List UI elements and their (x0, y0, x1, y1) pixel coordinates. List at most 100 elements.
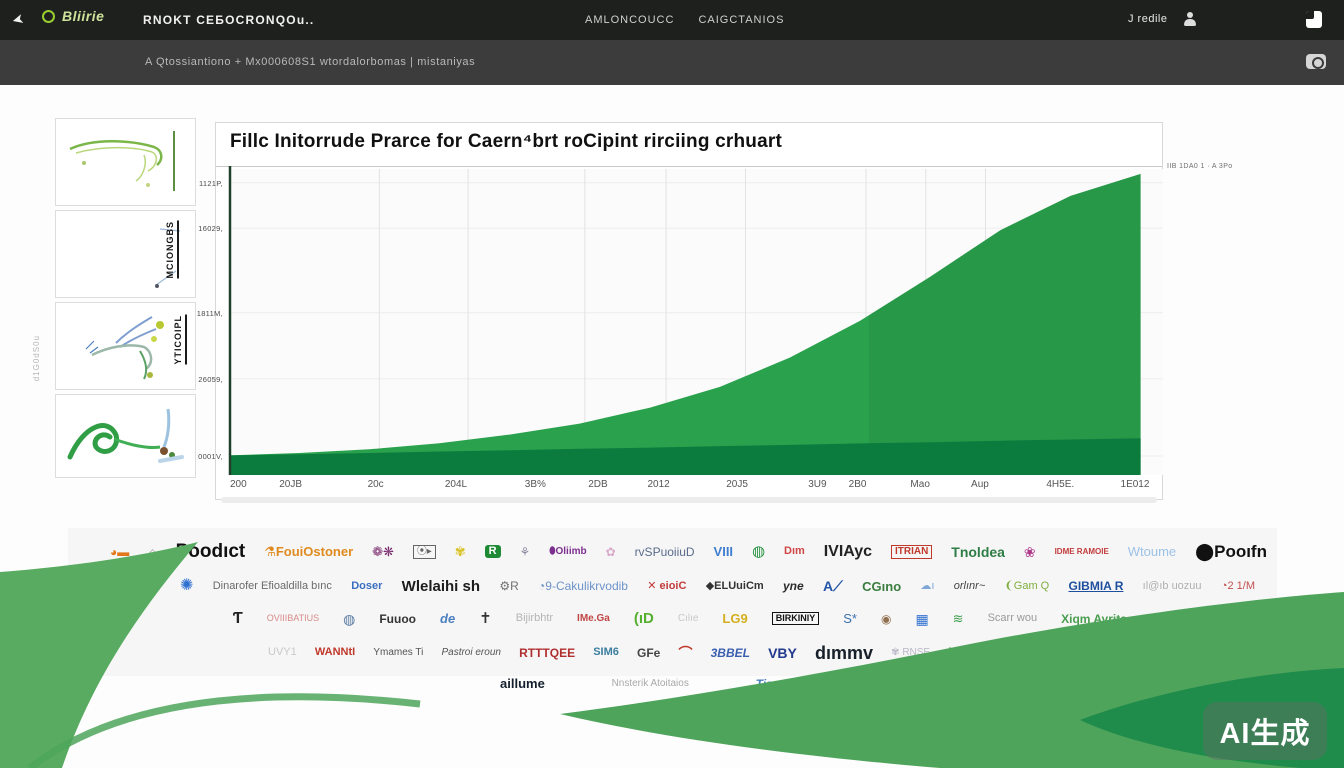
logo-item: ⌂ (148, 545, 156, 559)
logo-item: ⚘ (520, 546, 531, 558)
y-axis-labels: 1121P, 16029, 1811M, 26059, 0001V, (185, 169, 225, 475)
logo-item: SIM6 (593, 647, 619, 658)
camera-icon[interactable] (1306, 54, 1326, 69)
logo-item: aillume (500, 676, 545, 691)
logo-item: de (440, 612, 455, 625)
logo-item: LG9 (722, 612, 747, 625)
logo-item: ⬤Pooıfn (1195, 543, 1267, 560)
x-tick-label: 200 (230, 479, 247, 490)
x-tick-label: Mao (910, 479, 929, 490)
x-tick-label: 2012 (648, 479, 670, 490)
logo-item: Bijirbhtr (516, 613, 553, 624)
sketch-swoosh-icon (56, 395, 195, 477)
page: ➤ Bliirie RNOKT CEБOCRONQOu.. AMLONCOUCC… (0, 0, 1344, 768)
logo-item: ⚙R (499, 580, 518, 592)
logo-item: Doser (351, 581, 382, 592)
logo-item: Wtoume (1128, 545, 1176, 558)
user-account-icon[interactable] (1183, 12, 1197, 26)
logo-item: dımmv (815, 644, 873, 662)
brand-logo-icon (42, 10, 55, 23)
y-tick-label: 0001V, (198, 452, 223, 461)
thumbnail-card-3[interactable]: YTICOIPL (55, 302, 196, 390)
logo-item: ✿ (606, 546, 616, 558)
logo-item: Nnsterik Atoitaios (612, 678, 689, 689)
nav-item-2[interactable]: CAIGCTANIOS (698, 14, 784, 26)
y-tick-label: 1811M, (197, 309, 223, 318)
x-tick-label: 3U9 (808, 479, 826, 490)
ai-watermark: AI生成 (1203, 702, 1327, 760)
thumbnail-card-2[interactable]: MCIONGBS (55, 210, 196, 298)
logo-item: UVY1 (268, 647, 297, 658)
x-tick-label: 2B0 (849, 479, 867, 490)
logo-item: GIBMIA R (1069, 580, 1124, 592)
logo-item: IDME RAMOIE (1055, 548, 1109, 556)
x-tick-label: 3B% (525, 479, 546, 490)
x-tick-label: 204L (445, 479, 467, 490)
logo-item: ◉ (881, 613, 891, 625)
logo-item: Atdso osinun (882, 678, 940, 689)
logo-item: ⬮Oliimb (549, 547, 586, 557)
sketch-vine-icon (56, 119, 195, 205)
app-title: RNOKT CEБOCRONQOu.. (143, 13, 314, 27)
logo-item: ◍ (343, 612, 355, 626)
logo-item: VIII (714, 545, 734, 558)
logo-item: CGıno (862, 580, 901, 593)
logo-item: RTTTQEE (519, 647, 575, 659)
logo-item: OVIIIBATIUS (267, 614, 319, 623)
x-tick-label: 1E012 (1121, 479, 1150, 490)
logo-item: A⟋ (823, 579, 843, 593)
logo-item: ▦ (915, 612, 928, 626)
logo-item: ✝ (479, 611, 492, 626)
chart-corner-icon[interactable] (1306, 11, 1322, 28)
logo-item: (ıD (634, 611, 654, 626)
logo-item: ❁❋ (372, 545, 394, 558)
logo-item: ✾ RNSE (891, 648, 930, 658)
logo-item: Cılıe (678, 614, 699, 624)
logo-item: GFe (637, 647, 660, 659)
logo-item: Scarr wou (988, 613, 1038, 624)
brand[interactable]: Bliirie (42, 8, 104, 24)
x-tick-label: 2DB (588, 479, 607, 490)
thumbnail-card-4[interactable] (55, 394, 196, 478)
x-tick-label: 20c (368, 479, 384, 490)
logo-item: 3BBEL (711, 647, 750, 659)
logo-item: Ymames Ti (373, 648, 423, 658)
logo-item: Dım (784, 546, 805, 557)
logo-item: Dinarofer Efioaldilla bınc (213, 581, 332, 592)
logo-item: ◍ (752, 544, 765, 559)
logo-item: Pastroi eroun (441, 648, 500, 658)
breadcrumb[interactable]: A Qtossiantiono + Mx000608S1 wtordalorbo… (145, 56, 475, 68)
logo-item: ✺ (180, 578, 193, 594)
chart-annotation: IIB 1DA0 1 · A 3Po (1167, 163, 1277, 170)
mouse-cursor-icon: ➤ (10, 10, 26, 29)
logo-item: Ƭ (233, 611, 243, 627)
logo-item: Pu su (1016, 648, 1042, 658)
top-nav: AMLONCOUCC CAIGCTANIOS (585, 14, 784, 26)
chart-card: Fillc Initorrude Prarce for Caern⁴brt ro… (215, 122, 1163, 500)
logo-item: ⦿▸ (413, 545, 436, 559)
logo-item: ≋ (953, 612, 964, 625)
partner-logo-row-5: aillumeNnsterik AtoitaiosTisony ZioAtdso… (500, 676, 940, 691)
logo-item: rvSPuoiiuD (635, 546, 695, 558)
thumbnail-card-1[interactable] (55, 118, 196, 206)
x-tick-label: Aup (971, 479, 989, 490)
nav-item-1[interactable]: AMLONCOUCC (585, 14, 674, 26)
x-axis-labels: 20020JB20c204L3B%2DB201220J53U92B0MaoAup… (229, 479, 1163, 495)
logo-item: ☁ı (920, 581, 934, 592)
user-label[interactable]: J redile (1128, 13, 1167, 25)
y-tick-label: 16029, (198, 224, 223, 233)
logo-item: ❨Gam Q (1005, 581, 1050, 592)
logo-item: ◆ELUuiCm (706, 581, 764, 592)
logo-item: IVIAyc (824, 544, 872, 560)
logo-item: Xiqm Ayrits (1061, 613, 1127, 625)
y-tick-label: 1121P, (199, 179, 223, 188)
partner-logo-row-1: ◕▬⌂Poodıct⚗FouiOstoner❁❋⦿▸✾R⚘⬮Oliimb✿rvS… (68, 542, 1277, 561)
logo-item: NAG YER (948, 647, 998, 658)
horizontal-scrollbar[interactable] (221, 497, 1157, 503)
brand-name: Bliirie (62, 8, 104, 24)
y-tick-label: 26059, (198, 375, 223, 384)
logo-item: ❀ (1024, 545, 1036, 559)
logo-item: S* (843, 612, 857, 625)
logo-item: ◕▬ (110, 546, 129, 558)
partner-logo-row-4: UVY1WANNtIYmames TiPastroi erounRTTTQEES… (68, 644, 1277, 662)
